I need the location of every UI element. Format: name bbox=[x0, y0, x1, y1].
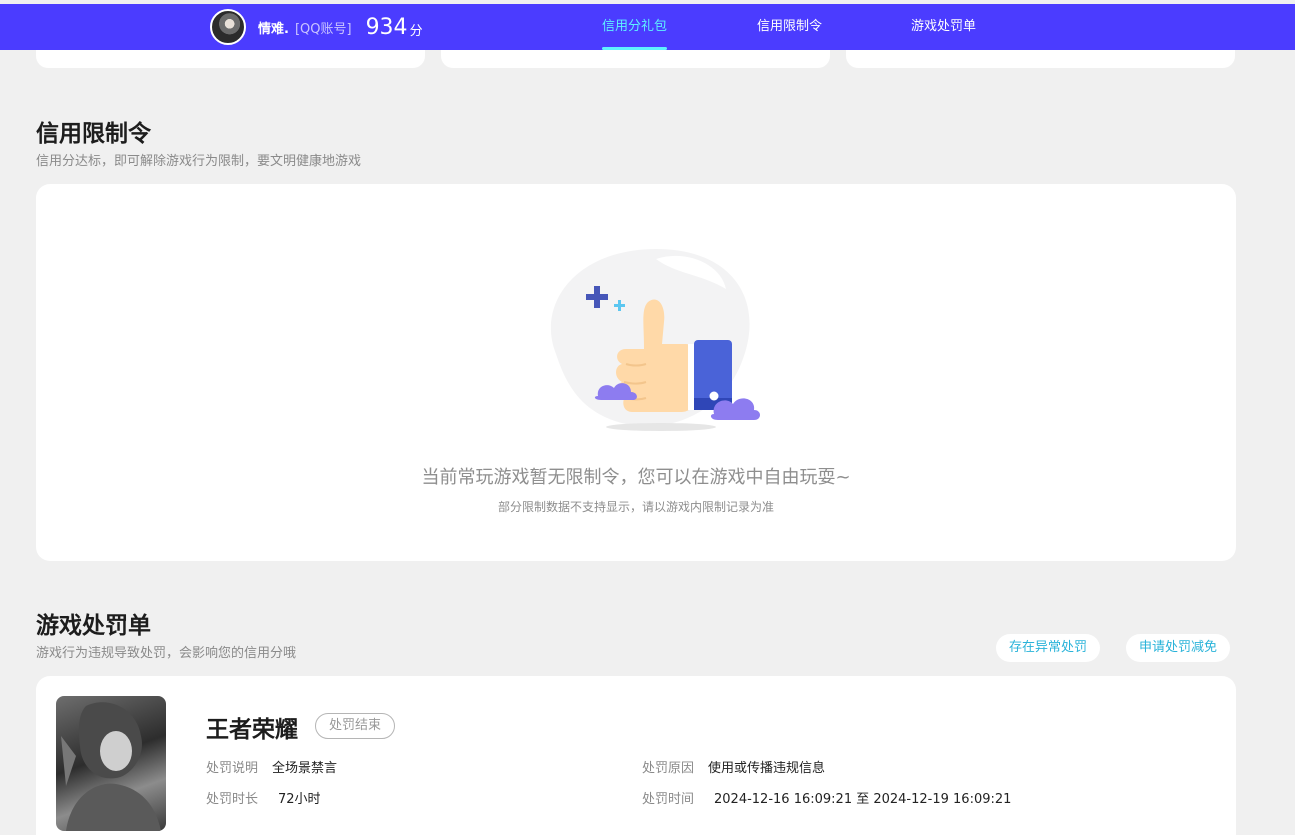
penalty-duration-value: 72小时 bbox=[278, 792, 321, 807]
penalty-section-title: 游戏处罚单 bbox=[36, 613, 151, 639]
game-cover-image bbox=[56, 696, 166, 831]
restriction-section-subtitle: 信用分达标，即可解除游戏行为限制，要文明健康地游戏 bbox=[36, 154, 362, 169]
penalty-desc-value: 全场景禁言 bbox=[272, 761, 338, 776]
avatar[interactable] bbox=[210, 9, 246, 45]
user-info: 情难. [QQ账号] 934 分 bbox=[210, 9, 423, 45]
nav-tab-credit-gift[interactable]: 信用分礼包 bbox=[602, 4, 668, 50]
abnormal-penalty-button[interactable]: 存在异常处罚 bbox=[996, 634, 1101, 662]
restriction-section-title: 信用限制令 bbox=[36, 121, 151, 147]
penalty-section-subtitle: 游戏行为违规导致处罚，会影响您的信用分哦 bbox=[36, 646, 297, 661]
game-name: 王者荣耀 bbox=[206, 717, 298, 743]
nav-tab-restriction[interactable]: 信用限制令 bbox=[757, 4, 822, 50]
empty-state-message: 当前常玩游戏暂无限制令，您可以在游戏中自由玩耍~ bbox=[421, 467, 851, 488]
credit-score: 934 bbox=[365, 14, 408, 40]
status-badge: 处罚结束 bbox=[315, 713, 396, 739]
penalty-time-value: 2024-12-16 16:09:21 至 2024-12-19 16:09:2… bbox=[714, 792, 1012, 807]
game-hero-art-icon bbox=[61, 702, 161, 831]
penalty-desc-label: 处罚说明 bbox=[206, 761, 259, 776]
penalty-duration-label: 处罚时长 bbox=[206, 792, 259, 807]
account-type: [QQ账号] bbox=[294, 21, 352, 37]
empty-state-note: 部分限制数据不支持显示，请以游戏内限制记录为准 bbox=[497, 500, 774, 514]
penalty-reason-value: 使用或传播违规信息 bbox=[708, 761, 826, 776]
penalty-desc-row: 处罚说明 全场景禁言 bbox=[206, 757, 337, 776]
penalty-time-row: 处罚时间 2024-12-16 16:09:21 至 2024-12-19 16:… bbox=[642, 788, 1011, 807]
penalty-time-label: 处罚时间 bbox=[642, 792, 695, 807]
restriction-card: 当前常玩游戏暂无限制令，您可以在游戏中自由玩耍~ 部分限制数据不支持显示，请以游… bbox=[36, 184, 1236, 561]
apply-penalty-reduction-button[interactable]: 申请处罚减免 bbox=[1126, 634, 1231, 662]
penalty-record-card: 王者荣耀 处罚结束 处罚说明 全场景禁言 处罚原因 使用或传播违规信息 处罚时长 72… bbox=[36, 676, 1236, 835]
top-header: 情难. [QQ账号] 934 分 信用分礼包 信用限制令 游戏处罚单 bbox=[0, 4, 1295, 50]
penalty-reason-label: 处罚原因 bbox=[642, 761, 695, 776]
penalty-reason-row: 处罚原因 使用或传播违规信息 bbox=[642, 757, 825, 776]
credit-score-unit: 分 bbox=[409, 24, 423, 39]
nickname: 情难. bbox=[258, 21, 289, 37]
thumbs-up-illustration-icon bbox=[550, 249, 760, 431]
nav-tab-penalty[interactable]: 游戏处罚单 bbox=[911, 4, 976, 50]
penalty-duration-row: 处罚时长 72小时 bbox=[206, 788, 321, 807]
